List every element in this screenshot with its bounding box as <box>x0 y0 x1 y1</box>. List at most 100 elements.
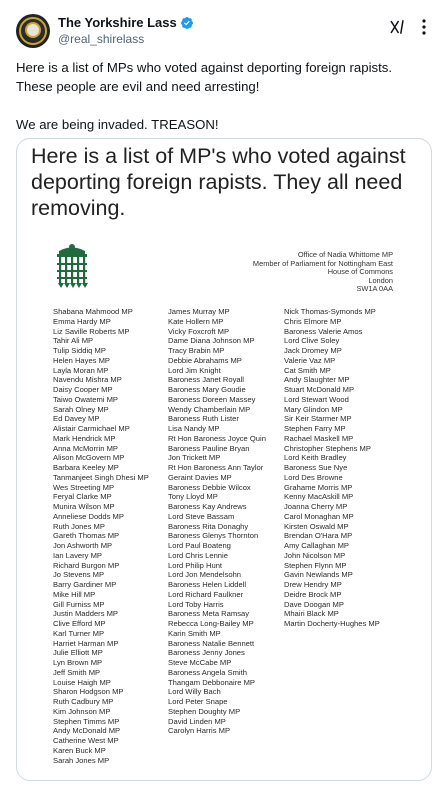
mp-name: Christopher Stephens MP <box>284 443 371 453</box>
mp-name: Rebecca Long-Bailey MP <box>168 619 254 628</box>
mp-name: Baroness Helen Liddell <box>168 580 247 589</box>
mp-name: Brendan O'Hara MP <box>284 531 353 541</box>
author-handle[interactable]: @real_shirelass <box>58 32 144 46</box>
mp-name: Baroness Ruth Lister <box>168 414 239 424</box>
tweet-text: Here is a list of MPs who voted against … <box>16 58 432 134</box>
mp-list-column-2: James Murray MP Kate Hollern MP Vicky Foxc… <box>168 307 266 736</box>
mp-name: Wendy Chamberlain MP <box>168 404 251 414</box>
mp-name: Drew Hendry MP <box>284 580 342 589</box>
mp-name: Rt Hon Baroness Joyce Quin <box>168 433 266 443</box>
mp-name: Lord Steve Bassam <box>168 511 235 521</box>
avatar[interactable] <box>16 14 50 48</box>
tweet-header: The Yorkshire Lass @real_shirelass <box>16 14 432 50</box>
mp-name: Baroness Glenys Thornton <box>168 531 259 541</box>
mp-name: Navendu Mishra MP <box>53 375 122 385</box>
mp-name: Sir Keir Starmer MP <box>284 414 352 424</box>
mp-name: Baroness Janet Royall <box>168 375 244 385</box>
mp-name: Stuart McDonald MP <box>284 385 355 394</box>
mp-name: Tony Lloyd MP <box>168 492 218 502</box>
mp-name: Barry Gardiner MP <box>53 580 117 589</box>
mp-name: Chris Elmore MP <box>284 316 342 326</box>
mp-name: Carol Monaghan MP <box>284 511 354 521</box>
mp-name: Ruth Cadbury MP <box>53 697 114 706</box>
mp-name: Mhairi Black MP <box>284 609 339 619</box>
mp-name: Lord Chris Lennie <box>168 550 228 560</box>
mp-name: Baroness Mary Goudie <box>168 385 246 394</box>
portcullis-icon <box>57 244 88 288</box>
mp-name: Emma Hardy MP <box>53 316 111 326</box>
mp-name: Catherine West MP <box>53 736 119 745</box>
mp-name: Tanmanjeet Singh Dhesi MP <box>53 472 149 482</box>
mp-name: Grahame Morris MP <box>284 482 353 492</box>
mp-name: Lord Paul Boateng <box>168 541 231 550</box>
mp-name: Baroness Doreen Massey <box>168 394 256 404</box>
mp-name: Ruth Jones MP <box>53 521 105 531</box>
mp-name: Baroness Debbie Wilcox <box>168 482 251 492</box>
mp-name: Deidre Brock MP <box>284 589 342 599</box>
author-display-name[interactable]: The Yorkshire Lass <box>58 15 177 30</box>
mp-name: Jack Dromey MP <box>284 346 342 355</box>
mp-name: Lord Clive Soley <box>284 336 340 346</box>
verified-badge-icon <box>180 16 193 29</box>
mp-name: Steve McCabe MP <box>168 658 232 667</box>
mp-name: Feryal Clarke MP <box>53 492 112 502</box>
mp-name: Jon Trickett MP <box>168 453 221 463</box>
mp-name: Barbara Keeley MP <box>53 463 119 472</box>
mp-name: Gill Furniss MP <box>53 599 105 609</box>
mp-name: Baroness Rita Donaghy <box>168 521 249 531</box>
mp-name: Stephen Farry MP <box>284 424 346 433</box>
mp-name: Helen Hayes MP <box>53 355 110 365</box>
mp-name: Kenny MacAskill MP <box>284 492 354 502</box>
mp-name: Harriet Harman MP <box>53 638 119 648</box>
mp-name: Martin Docherty-Hughes MP <box>284 619 380 628</box>
mp-name: Mike Hill MP <box>53 589 96 599</box>
mp-name: Dave Doogan MP <box>284 599 344 609</box>
mp-name: Taiwo Owatemi MP <box>53 394 118 404</box>
mp-name: Kim Johnson MP <box>53 706 111 716</box>
mp-name: Kirsten Oswald MP <box>284 521 349 531</box>
mp-name: Justin Madders MP <box>53 609 118 619</box>
mp-name: Debbie Abrahams MP <box>168 355 242 365</box>
mp-name: Tulip Siddiq MP <box>53 346 106 355</box>
mp-name: Tracy Brabin MP <box>168 346 225 355</box>
mp-name: Andy Slaughter MP <box>284 375 350 385</box>
tweet-text-line2: We are being invaded. TREASON! <box>16 117 219 132</box>
mp-name: Thangam Debbonaire MP <box>168 677 255 687</box>
mp-name: Lord Richard Faulkner <box>168 589 244 599</box>
mp-name: Mary Glindon MP <box>284 404 343 414</box>
mp-name: Baroness Sue Nye <box>284 463 348 472</box>
mp-name: Jo Stevens MP <box>53 570 105 580</box>
mp-name: Baroness Meta Ramsay <box>168 609 250 619</box>
mp-name: Rt Hon Baroness Ann Taylor <box>168 463 264 472</box>
mp-name: Mark Hendrick MP <box>53 433 116 443</box>
mp-name: Lord Philip Hunt <box>168 560 223 570</box>
more-options-icon[interactable] <box>416 18 432 36</box>
yorkshire-rose-icon <box>27 24 39 36</box>
mp-name: Jeff Smith MP <box>53 667 101 677</box>
author-name-row: The Yorkshire Lass <box>58 15 194 30</box>
mp-name: Tahir Ali MP <box>53 336 94 346</box>
mp-name: James Murray MP <box>168 307 230 316</box>
office-line: House of Commons <box>327 267 393 277</box>
mp-name: Lord Willy Bach <box>168 687 221 697</box>
mp-name: Alistair Carmichael MP <box>53 424 130 433</box>
mp-name: Nick Thomas-Symonds MP <box>284 307 376 316</box>
mp-name: Baroness Natalie Bennett <box>168 638 255 648</box>
mp-name: Julie Elliott MP <box>53 648 103 658</box>
mp-name: Karen Buck MP <box>53 745 106 755</box>
mp-name: Louise Haigh MP <box>53 677 111 687</box>
mp-name: Shabana Mahmood MP <box>53 307 133 316</box>
image-title: Here is a list of MP's who voted against… <box>31 144 406 220</box>
mp-name: Andy McDonald MP <box>53 726 121 736</box>
mp-name: Stephen Flynn MP <box>284 560 347 570</box>
mp-name: Baroness Kay Andrews <box>168 502 247 511</box>
mp-name: Lord Stewart Wood <box>284 394 349 404</box>
mp-name: Ian Lavery MP <box>53 550 102 560</box>
mp-name: Clive Efford MP <box>53 619 106 628</box>
mp-name: Lyn Brown MP <box>53 658 103 667</box>
office-address: Office of Nadia Whittome MP Member of Pa… <box>193 250 393 294</box>
grok-icon[interactable] <box>388 18 406 36</box>
mp-name: Ed Davey MP <box>53 414 100 424</box>
mp-name: David Linden MP <box>168 716 226 726</box>
tweet-media-image[interactable]: Here is a list of MP's who voted against… <box>16 138 432 781</box>
